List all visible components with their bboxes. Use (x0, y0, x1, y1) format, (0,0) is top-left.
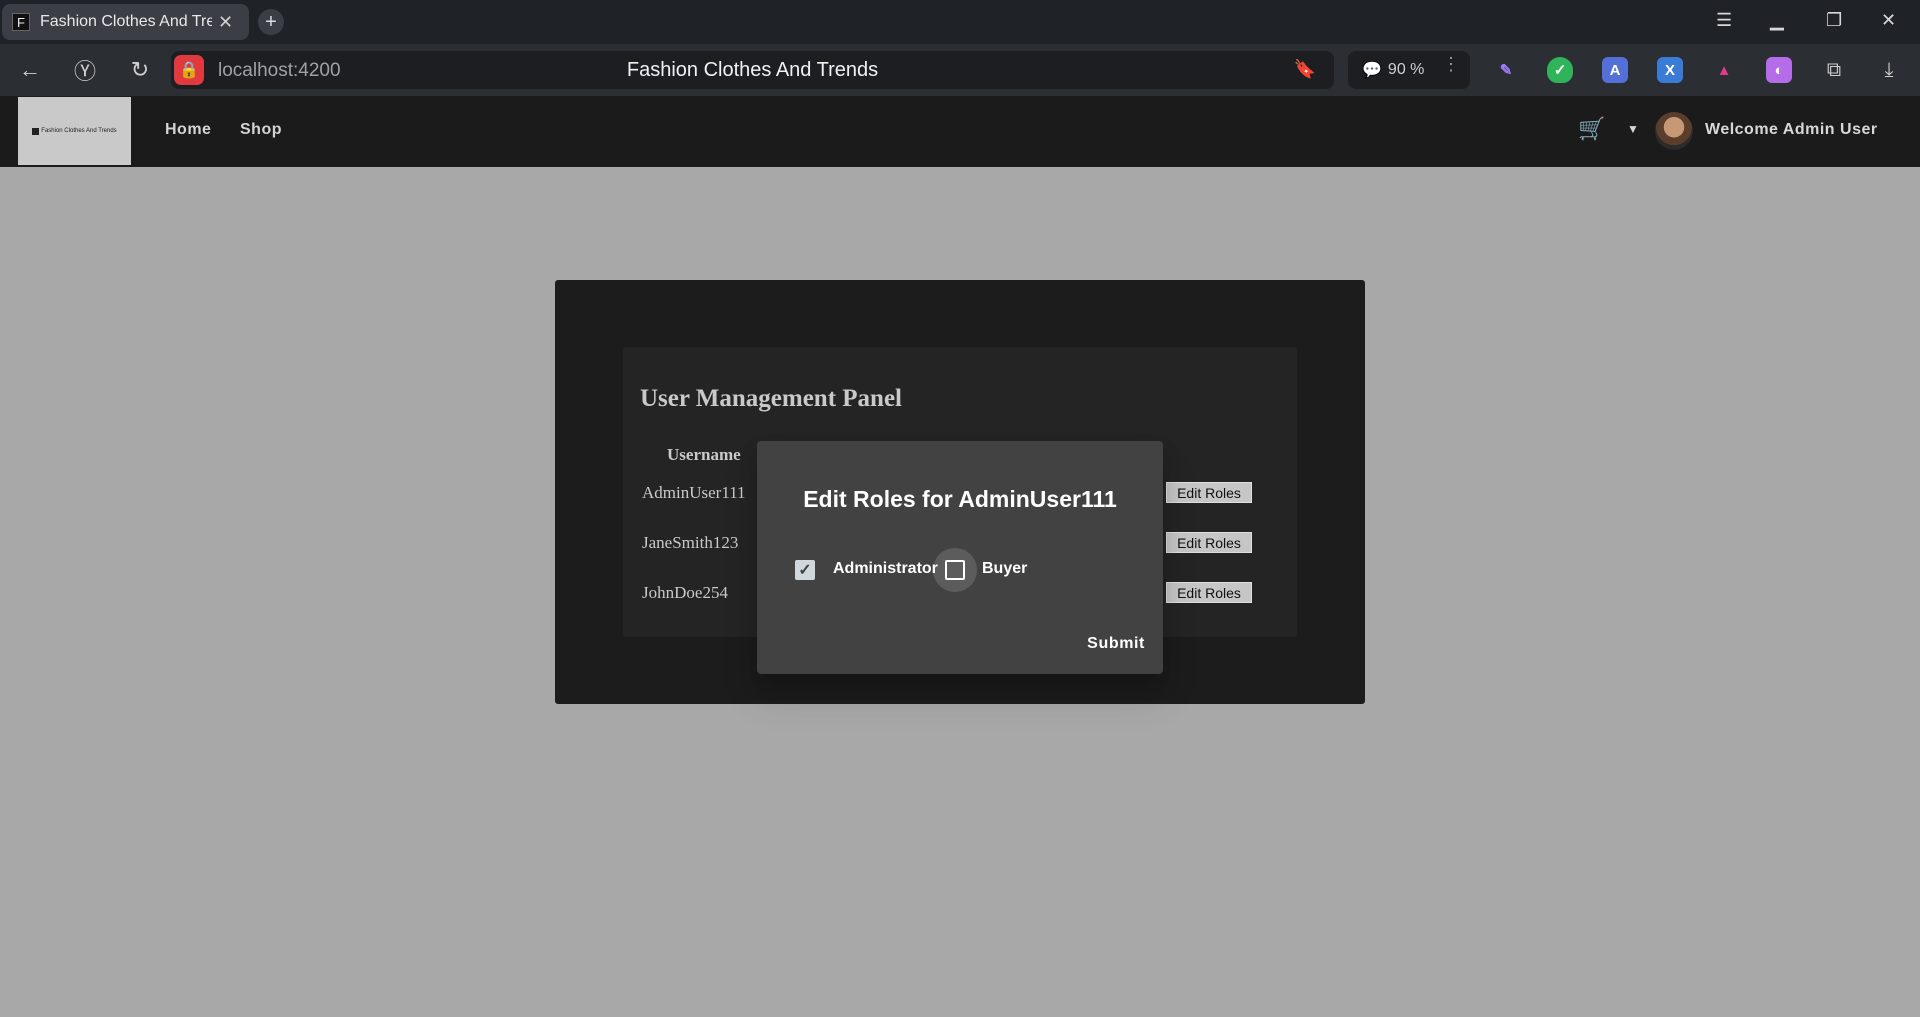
edit-roles-button[interactable]: Edit Roles (1166, 532, 1252, 553)
browser-toolbar: ← Ⓨ ↻ 🔒 localhost:4200 Fashion Clothes A… (0, 44, 1920, 96)
dialog-title: Edit Roles for AdminUser111 (803, 486, 1117, 512)
site-logo[interactable]: Fashion Clothes And Trends (18, 97, 131, 165)
column-header-username: Username (667, 445, 741, 464)
close-tab-icon[interactable]: ✕ (218, 12, 233, 33)
nav-link-home[interactable]: Home (165, 121, 211, 139)
zoom-level: 90 % (1387, 61, 1425, 78)
table-row-username: AdminUser111 (642, 483, 746, 502)
new-tab-button[interactable]: + (258, 9, 284, 35)
restore-window-icon[interactable]: ❐ (1826, 10, 1842, 31)
page-title: User Management Panel (640, 385, 902, 412)
table-row-username: JaneSmith123 (642, 533, 739, 552)
edit-roles-dialog: Edit Roles for AdminUser111 ✓ Administra… (757, 441, 1163, 674)
browser-tab-bar: F Fashion Clothes And Trends ✕ + ☰ ▁ ❐ ✕ (0, 0, 1920, 44)
logo-text: Fashion Clothes And Trends (41, 128, 117, 134)
avatar[interactable] (1655, 112, 1693, 150)
address-bar[interactable]: 🔒 localhost:4200 Fashion Clothes And Tre… (171, 51, 1334, 89)
more-options-icon[interactable]: ⋮ (1442, 54, 1460, 75)
comment-icon: 💬 (1362, 62, 1382, 79)
submit-button[interactable]: Submit (1087, 635, 1145, 653)
buyer-checkbox[interactable] (945, 560, 965, 580)
table-row-username: JohnDoe254 (642, 583, 728, 602)
extensions-puzzle-icon[interactable]: ⧉ (1821, 57, 1847, 83)
minimize-window-icon[interactable]: ▁ (1770, 10, 1784, 31)
checkmark-icon: ✓ (798, 562, 812, 579)
cart-icon[interactable]: 🛒 (1578, 116, 1605, 142)
translate-extension-icon[interactable]: A (1602, 57, 1628, 83)
site-navbar: Fashion Clothes And Trends Home Shop 🛒 ▼… (0, 96, 1920, 167)
browser-logo-icon[interactable]: Ⓨ (71, 56, 99, 84)
angular-extension-icon[interactable]: ▲ (1711, 57, 1737, 83)
shield-extension-icon[interactable]: ✓ (1547, 57, 1573, 83)
nav-link-shop[interactable]: Shop (240, 121, 282, 139)
browser-tab[interactable]: F Fashion Clothes And Trends ✕ (2, 4, 249, 40)
feather-extension-icon[interactable]: ✎ (1493, 57, 1519, 83)
x-extension-icon[interactable]: X (1657, 57, 1683, 83)
administrator-checkbox[interactable]: ✓ (795, 560, 815, 580)
welcome-message: Welcome Admin User (1705, 121, 1878, 138)
logo-mark-icon (32, 127, 40, 135)
address-bar-page-title: Fashion Clothes And Trends (626, 59, 879, 81)
edit-roles-button[interactable]: Edit Roles (1166, 582, 1252, 603)
chevron-down-icon[interactable]: ▼ (1627, 122, 1639, 136)
reload-icon[interactable]: ↻ (126, 56, 154, 84)
bookmark-icon[interactable]: 🔖 (1294, 59, 1316, 80)
download-icon[interactable]: ⤓ (1876, 57, 1902, 83)
edit-roles-button[interactable]: Edit Roles (1166, 482, 1252, 503)
back-icon[interactable]: ← (16, 56, 44, 84)
administrator-label[interactable]: Administrator (833, 560, 938, 578)
pen-extension-icon[interactable]: ◐ (1766, 57, 1792, 83)
close-window-icon[interactable]: ✕ (1881, 10, 1896, 31)
buyer-label[interactable]: Buyer (982, 560, 1027, 578)
tabs-menu-icon[interactable]: ☰ (1716, 10, 1732, 31)
tab-title: Fashion Clothes And Trends (40, 13, 212, 30)
tab-favicon: F (12, 13, 30, 31)
